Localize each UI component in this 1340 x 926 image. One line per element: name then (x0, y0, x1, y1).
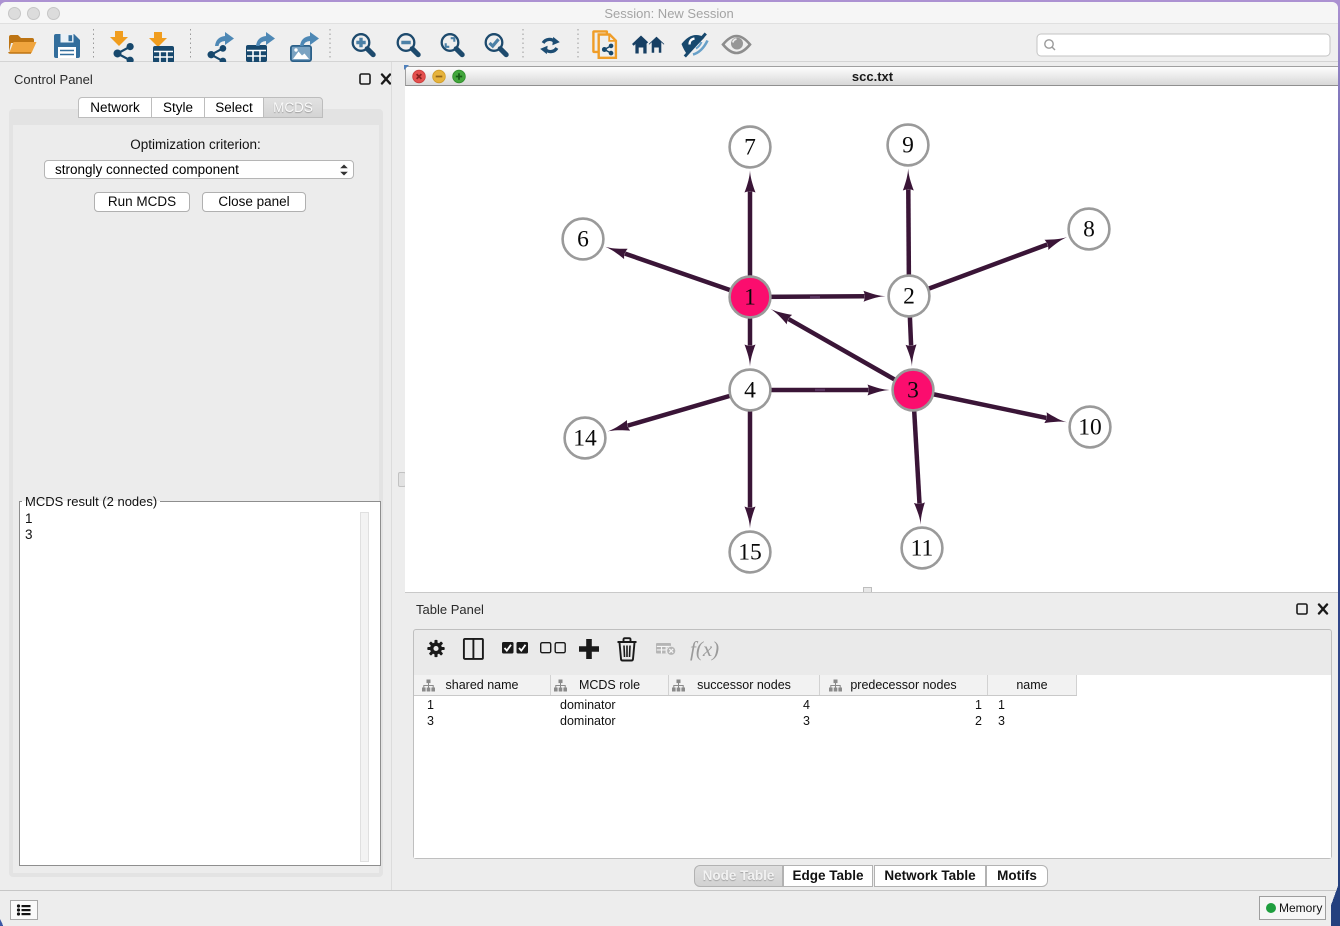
svg-text:f(x): f(x) (690, 637, 719, 661)
svg-text:7: 7 (744, 135, 756, 161)
svg-text:2: 2 (903, 284, 915, 310)
svg-text:1: 1 (744, 285, 756, 311)
svg-text:6: 6 (577, 227, 589, 253)
svg-text:4: 4 (744, 378, 756, 404)
svg-text:3: 3 (907, 378, 919, 404)
svg-text:10: 10 (1078, 415, 1102, 441)
svg-text:8: 8 (1083, 217, 1095, 243)
svg-text:9: 9 (902, 133, 914, 159)
svg-text:15: 15 (738, 540, 762, 566)
svg-text:14: 14 (573, 426, 597, 452)
svg-text:11: 11 (911, 536, 934, 562)
